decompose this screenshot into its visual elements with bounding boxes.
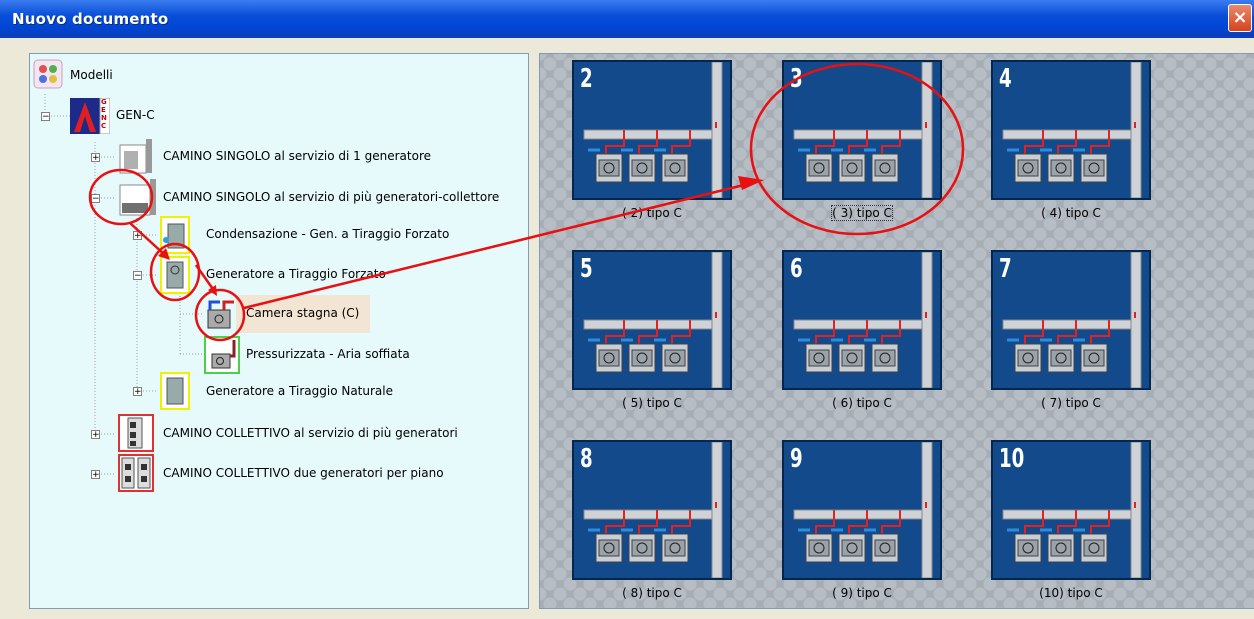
thumbnail-caption: ( 7) tipo C (991, 396, 1151, 410)
thumbnail-caption-text: ( 3) tipo C (831, 205, 893, 221)
expander-condensazione[interactable]: + (133, 231, 142, 241)
close-button[interactable]: × (1228, 4, 1252, 32)
expander-tiraggio-forzato[interactable]: − (133, 271, 142, 281)
thumbnail-caption-text: ( 9) tipo C (832, 586, 892, 600)
thumbnail-image: 7 (991, 250, 1151, 390)
thumbnail-caption-text: ( 2) tipo C (622, 206, 682, 220)
thumbnail-number: 4 (999, 64, 1012, 94)
thumbnail-caption: ( 2) tipo C (572, 206, 732, 220)
model-tree[interactable]: Modelli − GEN C GEN-C + CAMINO SINGOLO a… (29, 53, 529, 609)
forced-draft-generator-icon (160, 256, 190, 294)
dialog-window: Nuovo documento × Modelli − GEN C GEN-C … (0, 0, 1254, 619)
tree-item-tiraggio-forzato[interactable]: Generatore a Tiraggio Forzato (206, 267, 386, 281)
tree-item-camino-collettivo[interactable]: CAMINO COLLETTIVO al servizio di più gen… (163, 426, 458, 440)
thumbnail-image: 5 (572, 250, 732, 390)
thumbnail-image: 6 (782, 250, 942, 390)
thumbnail-caption: ( 9) tipo C (782, 586, 942, 600)
thumbnail-caption: (10) tipo C (991, 586, 1151, 600)
thumbnail-number: 3 (790, 64, 803, 94)
thumbnail-caption: ( 4) tipo C (991, 206, 1151, 220)
thumbnail-caption-text: (10) tipo C (1039, 586, 1103, 600)
tree-item-camino-collettivo-due[interactable]: CAMINO COLLETTIVO due generatori per pia… (163, 466, 444, 480)
thumbnail-image: 3 (782, 60, 942, 200)
thumbnail-caption: ( 8) tipo C (572, 586, 732, 600)
thumbnail-10[interactable]: 10 (10) tipo C (991, 440, 1151, 600)
thumbnail-caption-text: ( 8) tipo C (622, 586, 682, 600)
genc-logo-text: GEN C (101, 98, 107, 130)
thumbnail-caption: ( 5) tipo C (572, 396, 732, 410)
thumbnail-2[interactable]: 2 ( 2) tipo C (572, 60, 732, 220)
thumbnail-number: 5 (580, 254, 593, 284)
thumbnail-image: 4 (991, 60, 1151, 200)
thumbnail-5[interactable]: 5 ( 5) tipo C (572, 250, 732, 410)
sealed-chamber-icon (204, 298, 238, 330)
expander-camino-singolo-collettore[interactable]: − (91, 194, 100, 204)
chimney-single-icon (118, 137, 158, 175)
tree-item-camino-singolo-1[interactable]: CAMINO SINGOLO al servizio di 1 generato… (163, 149, 431, 163)
thumbnail-number: 9 (790, 444, 803, 474)
expander-genc[interactable]: − (41, 112, 50, 122)
tree-item-camera-stagna[interactable]: Camera stagna (C) (246, 306, 359, 320)
tree-item-pressurizzata[interactable]: Pressurizzata - Aria soffiata (246, 347, 410, 361)
tree-item-camino-singolo-collettore[interactable]: CAMINO SINGOLO al servizio di più genera… (163, 190, 499, 204)
thumbnail-caption: ( 6) tipo C (782, 396, 942, 410)
thumbnail-7[interactable]: 7 ( 7) tipo C (991, 250, 1151, 410)
title-bar[interactable]: Nuovo documento × (0, 0, 1254, 38)
collective-chimney-icon (118, 414, 154, 452)
tree-item-genc[interactable]: GEN-C (116, 108, 155, 122)
thumbnail-8[interactable]: 8 ( 8) tipo C (572, 440, 732, 600)
expander-tiraggio-naturale[interactable]: + (133, 387, 142, 397)
thumbnail-caption-text: ( 6) tipo C (832, 396, 892, 410)
natural-draft-generator-icon (160, 372, 190, 410)
thumbnail-caption-text: ( 4) tipo C (1041, 206, 1101, 220)
thumbnail-caption-text: ( 5) tipo C (622, 396, 682, 410)
thumbnail-number: 2 (580, 64, 593, 94)
tree-item-modelli[interactable]: Modelli (70, 68, 113, 82)
thumbnail-number: 10 (999, 444, 1025, 474)
thumbnail-3[interactable]: 3 ( 3) tipo C (782, 60, 942, 221)
tree-item-tiraggio-naturale[interactable]: Generatore a Tiraggio Naturale (206, 384, 393, 398)
thumbnail-9[interactable]: 9 ( 9) tipo C (782, 440, 942, 600)
thumbnail-gallery[interactable]: 2 ( 2) tipo C 3 ( 3) tipo C 4 ( 4) tipo C 5 ( 5… (539, 53, 1254, 609)
thumbnail-image: 2 (572, 60, 732, 200)
expander-camino-collettivo[interactable]: + (91, 430, 100, 440)
thumbnail-image: 10 (991, 440, 1151, 580)
thumbnail-caption-text: ( 7) tipo C (1041, 396, 1101, 410)
collective-chimney-double-icon (118, 454, 154, 492)
expander-camino-collettivo-due[interactable]: + (91, 470, 100, 480)
window-title: Nuovo documento (12, 10, 169, 28)
tree-item-condensazione[interactable]: Condensazione - Gen. a Tiraggio Forzato (206, 227, 449, 241)
thumbnail-number: 7 (999, 254, 1012, 284)
condensing-generator-icon (160, 216, 190, 254)
genc-logo-icon: GEN C (70, 97, 111, 135)
thumbnail-image: 8 (572, 440, 732, 580)
models-icon (33, 59, 63, 89)
thumbnail-4[interactable]: 4 ( 4) tipo C (991, 60, 1151, 220)
thumbnail-number: 8 (580, 444, 593, 474)
expander-camino-singolo-1[interactable]: + (91, 153, 100, 163)
thumbnail-caption: ( 3) tipo C (782, 205, 942, 221)
thumbnail-6[interactable]: 6 ( 6) tipo C (782, 250, 942, 410)
pressurized-icon (204, 336, 240, 374)
thumbnail-number: 6 (790, 254, 803, 284)
thumbnail-image: 9 (782, 440, 942, 580)
chimney-collector-icon (118, 177, 158, 217)
